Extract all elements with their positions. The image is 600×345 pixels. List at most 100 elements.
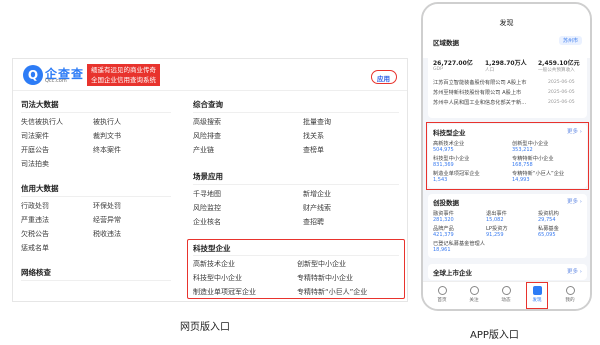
venture-item[interactable]: 融资事件 (433, 210, 454, 217)
menu-item[interactable]: 千寻地图 (193, 189, 221, 199)
menu-item[interactable]: 批量查询 (303, 117, 331, 127)
menu-item[interactable]: 产业链 (193, 145, 214, 155)
menu-item[interactable]: 制造业单项冠军企业 (193, 287, 256, 297)
tech-title: 科技型企业 (433, 129, 466, 137)
menu-item[interactable]: 裁判文书 (93, 131, 121, 141)
nav-label: 我的 (565, 298, 575, 303)
web-panel: Q 企查查 Qcc.com 缅遥有远见的商业传奇 全国企业信用查询系统 应用 司… (12, 58, 408, 302)
news-item[interactable]: 苏州至特新科技股份有限公司 A股上市 (433, 89, 521, 96)
news-item[interactable]: 江苏百立智能装备股份有限公司 A股上市 (433, 79, 526, 86)
menu-item[interactable]: 高级搜索 (193, 117, 221, 127)
menu-item[interactable]: 新增企业 (303, 189, 331, 199)
menu-item[interactable]: 财产线索 (303, 203, 331, 213)
menu-item[interactable]: 行政处罚 (21, 201, 49, 211)
tech-count: 1,543 (433, 177, 448, 183)
venture-item[interactable]: 品牌产品 (433, 225, 454, 232)
menu-item[interactable]: 高新技术企业 (193, 259, 235, 269)
app-caption: APP版入口 (470, 330, 519, 341)
menu-item[interactable]: 终本案件 (93, 145, 121, 155)
slogan-line-1: 缅遥有远见的商业传奇 (91, 66, 156, 74)
menu-item[interactable]: 司法拍卖 (21, 159, 49, 169)
nav-feed[interactable]: 动态 (496, 286, 516, 303)
nav-label: 首页 (437, 298, 447, 303)
venture-card: 创投数据 更多 › 融资事件 281,320 退出事件 15,082 投资机构 … (428, 194, 587, 258)
app-entry-label: 应用 (377, 75, 390, 83)
venture-more-link[interactable]: 更多 › (567, 197, 582, 205)
tech-count: 504,975 (433, 147, 454, 153)
section-network-title[interactable]: 网络核查 (21, 267, 51, 278)
divider (193, 184, 399, 185)
menu-item[interactable]: 税收违法 (93, 229, 121, 239)
menu-item[interactable]: 失信被执行人 (21, 117, 63, 127)
menu-item[interactable]: 风险监控 (193, 203, 221, 213)
section-tech-title: 科技型企业 (193, 244, 231, 253)
news-date: 2025-06-05 (548, 90, 575, 95)
web-caption: 网页版入口 (180, 322, 230, 333)
stat-label: 人口 (485, 68, 495, 73)
discover-icon (532, 286, 542, 295)
menu-item[interactable]: 惩戒名单 (21, 243, 49, 253)
venture-item[interactable]: 退出事件 (486, 210, 507, 217)
bottom-nav: 首页 关注 动态 发现 我的 (423, 281, 590, 309)
menu-item[interactable]: 企业核名 (193, 217, 221, 227)
menu-item[interactable]: 查招聘 (303, 217, 324, 227)
news-item[interactable]: 苏州中人民和国工业和信息化部关于新... (433, 99, 526, 106)
tech-item[interactable]: 专精特新“小巨人”企业 (512, 170, 564, 177)
divider (193, 255, 399, 256)
menu-item[interactable]: 开庭公告 (21, 145, 49, 155)
qcc-logo[interactable]: Q 企查查 Qcc.com (23, 65, 83, 87)
menu-item[interactable]: 环保处罚 (93, 201, 121, 211)
stat-value: 1,298.70万人 (485, 60, 527, 67)
section-scene-title: 场景应用 (193, 172, 223, 181)
menu-item[interactable]: 经营异常 (93, 215, 121, 225)
venture-count: 29,754 (538, 217, 556, 223)
menu-item[interactable]: 专精特新“小巨人”企业 (297, 287, 367, 297)
tech-more-link[interactable]: 更多 › (567, 127, 582, 135)
slogan-banner: 缅遥有远见的商业传奇 全国企业信用查询系统 (87, 64, 160, 86)
tech-count: 14,993 (512, 177, 530, 183)
menu-item[interactable]: 被执行人 (93, 117, 121, 127)
tech-item[interactable]: 创新型中小企业 (512, 140, 548, 147)
venture-item[interactable]: 私募基金 (538, 225, 559, 232)
listed-title: 全球上市企业 (433, 269, 472, 277)
nav-mine[interactable]: 我的 (560, 286, 580, 303)
tech-item[interactable]: 科技型中小企业 (433, 155, 469, 162)
divider (21, 280, 171, 281)
menu-item[interactable]: 科技型中小企业 (193, 273, 242, 283)
city-selector[interactable]: 苏州市 (558, 36, 582, 45)
region-title: 区域数据 (433, 39, 459, 47)
news-date: 2025-06-05 (548, 80, 575, 85)
venture-count: 281,320 (433, 217, 454, 223)
menu-item[interactable]: 司法案件 (21, 131, 49, 141)
section-judicial-title: 司法大数据 (21, 100, 59, 109)
listed-more-link[interactable]: 更多 › (567, 267, 582, 275)
tech-item[interactable]: 高新技术企业 (433, 140, 464, 147)
logo-sub: Qcc.com (45, 78, 67, 84)
menu-item[interactable]: 专精特新中小企业 (297, 273, 353, 283)
stat-label: GDP (433, 67, 443, 72)
section-credit-title: 信用大数据 (21, 184, 59, 193)
tech-count: 831,369 (433, 162, 454, 168)
nav-label: 发现 (532, 298, 542, 303)
region-card: 区域数据 苏州市 26,727.00亿 GDP 1,298.70万人 人口 2,… (428, 34, 587, 118)
nav-home[interactable]: 首页 (432, 286, 452, 303)
app-phone-frame: 发现 区域数据 苏州市 26,727.00亿 GDP 1,298.70万人 人口… (421, 2, 592, 311)
venture-count: 421,379 (433, 232, 454, 238)
menu-item[interactable]: 查榜单 (303, 145, 324, 155)
nav-label: 关注 (469, 298, 479, 303)
menu-item[interactable]: 欠税公告 (21, 229, 49, 239)
venture-item[interactable]: 已登记私募基金管理人 (433, 240, 485, 247)
venture-item[interactable]: 投资机构 (538, 210, 559, 217)
tech-item[interactable]: 专精特新中小企业 (512, 155, 554, 162)
menu-item[interactable]: 风险排查 (193, 131, 221, 141)
menu-item[interactable]: 找关系 (303, 131, 324, 141)
app-entry-button[interactable]: 应用 (371, 70, 397, 84)
menu-item[interactable]: 严重违法 (21, 215, 49, 225)
venture-count: 15,082 (486, 217, 504, 223)
tech-item[interactable]: 制造业单项冠军企业 (433, 170, 480, 177)
nav-discover[interactable]: 发现 (527, 286, 547, 303)
menu-item[interactable]: 创新型中小企业 (297, 259, 346, 269)
venture-item[interactable]: LP投资方 (486, 225, 508, 232)
nav-follow[interactable]: 关注 (464, 286, 484, 303)
section-composite-title: 综合查询 (193, 100, 223, 109)
